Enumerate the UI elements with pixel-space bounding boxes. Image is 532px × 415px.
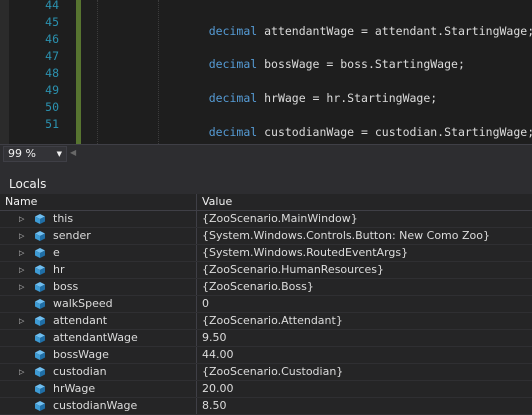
variable-value[interactable]: {System.Windows.Controls.Button: New Com… [202, 228, 490, 244]
line-number: 44 [45, 0, 59, 12]
variable-name: this [53, 212, 74, 225]
code-text: custodianWage = custodian.StartingWage; [257, 125, 532, 139]
code-text: bossWage = boss.StartingWage; [257, 57, 465, 71]
code-line[interactable]: decimal custodianWage = custodian.Starti… [181, 107, 532, 139]
zoom-value: 99 % [8, 147, 36, 160]
code-keyword: decimal [208, 125, 258, 139]
locals-grid: Name Value ▷ this {ZooScenario.MainWindow}… [0, 194, 532, 415]
local-variable-icon [35, 367, 45, 377]
variable-name: custodianWage [53, 399, 138, 412]
variable-value[interactable]: 0 [202, 296, 209, 312]
local-variable-icon [35, 282, 45, 292]
local-variable-icon [35, 333, 45, 343]
chevron-down-icon: ▼ [56, 150, 62, 158]
code-line[interactable]: decimal attendantWage = attendant.Starti… [181, 6, 532, 38]
variable-name: sender [53, 229, 91, 242]
variable-value[interactable]: 44.00 [202, 347, 234, 363]
local-variable-icon [35, 265, 45, 275]
line-number: 45 [45, 15, 59, 29]
expand-arrow-icon[interactable]: ▷ [19, 228, 29, 244]
local-variable-icon [35, 248, 45, 258]
variable-value[interactable]: 20.00 [202, 381, 234, 397]
table-row[interactable]: hrWage 20.00 [0, 381, 532, 398]
variable-name: walkSpeed [53, 297, 113, 310]
expand-arrow-icon[interactable]: ▷ [19, 279, 29, 295]
scroll-left-icon[interactable]: ◀ [70, 148, 76, 157]
code-line[interactable]: decimal hrWage = hr.StartingWage; [181, 73, 437, 105]
code-text: attendantWage = attendant.StartingWage; [257, 24, 532, 38]
variable-name: hrWage [53, 382, 96, 395]
variable-name: boss [53, 280, 79, 293]
panel-title: Locals [9, 177, 47, 191]
code-keyword: decimal [208, 57, 258, 71]
line-number: 46 [45, 32, 59, 46]
code-keyword: decimal [208, 91, 258, 105]
line-number: 51 [45, 117, 59, 131]
variable-name: bossWage [53, 348, 109, 361]
line-number: 50 [45, 100, 59, 114]
variable-value[interactable]: {ZooScenario.Attendant} [202, 313, 343, 329]
column-header-value[interactable]: Value [197, 194, 532, 210]
editor-bottom-bar: 99 % ▼ ◀ [0, 144, 532, 163]
code-text: hrWage = hr.StartingWage; [257, 91, 438, 105]
variable-value[interactable]: 8.50 [202, 398, 227, 414]
variable-value[interactable]: {ZooScenario.Custodian} [202, 364, 343, 380]
indent-guide [97, 0, 98, 144]
table-row[interactable]: ▷ e {System.Windows.RoutedEventArgs} [0, 245, 532, 262]
expand-arrow-icon[interactable]: ▷ [19, 211, 29, 227]
variable-name: custodian [53, 365, 107, 378]
expand-arrow-icon[interactable]: ▷ [19, 262, 29, 278]
variable-value[interactable]: {ZooScenario.HumanResources} [202, 262, 384, 278]
locals-window: Locals Name Value ▷ this {ZooScenario.Main… [0, 163, 532, 415]
indent-guide [158, 0, 159, 144]
line-number-gutter: 44 45 46 47 48 49 50 51 [9, 0, 63, 144]
table-row[interactable]: custodianWage 8.50 [0, 398, 532, 415]
variable-name: attendant [53, 314, 108, 327]
local-variable-icon [35, 316, 45, 326]
variable-name: hr [53, 263, 65, 276]
local-variable-icon [35, 384, 45, 394]
table-row[interactable]: ▷ attendant {ZooScenario.Attendant} [0, 313, 532, 330]
table-row[interactable]: bossWage 44.00 [0, 347, 532, 364]
table-row[interactable]: ▷ sender {System.Windows.Controls.Button: … [0, 228, 532, 245]
variable-value[interactable]: {ZooScenario.Boss} [202, 279, 314, 295]
column-header-name[interactable]: Name [0, 194, 196, 210]
table-row[interactable]: ▷ this {ZooScenario.MainWindow} [0, 211, 532, 228]
local-variable-icon [35, 401, 45, 411]
variable-value[interactable]: {System.Windows.RoutedEventArgs} [202, 245, 408, 261]
local-variable-icon [35, 214, 45, 224]
code-editor[interactable]: 44 45 46 47 48 49 50 51 decimal attendan… [0, 0, 532, 144]
variable-value[interactable]: 9.50 [202, 330, 227, 346]
table-row[interactable]: ▷ hr {ZooScenario.HumanResources} [0, 262, 532, 279]
table-row[interactable]: attendantWage 9.50 [0, 330, 532, 347]
local-variable-icon [35, 231, 45, 241]
line-number: 48 [45, 66, 59, 80]
expand-arrow-icon[interactable]: ▷ [19, 313, 29, 329]
table-row[interactable]: ▷ custodian {ZooScenario.Custodian} [0, 364, 532, 381]
local-variable-icon [35, 350, 45, 360]
line-number: 47 [45, 49, 59, 63]
zoom-dropdown[interactable]: 99 % ▼ [3, 146, 67, 162]
variable-name: attendantWage [53, 331, 138, 344]
indicator-margin[interactable] [0, 0, 9, 144]
table-row[interactable]: walkSpeed 0 [0, 296, 532, 313]
line-number: 49 [45, 83, 59, 97]
code-keyword: decimal [208, 24, 258, 38]
variable-name: e [53, 246, 60, 259]
variable-value[interactable]: {ZooScenario.MainWindow} [202, 211, 358, 227]
code-line[interactable]: decimal bossWage = boss.StartingWage; [181, 39, 465, 71]
change-tracking-bar [76, 0, 81, 144]
table-row[interactable]: ▷ boss {ZooScenario.Boss} [0, 279, 532, 296]
locals-title-bar[interactable]: Locals [0, 173, 532, 195]
grid-header: Name Value [0, 194, 532, 211]
expand-arrow-icon[interactable]: ▷ [19, 364, 29, 380]
local-variable-icon [35, 299, 45, 309]
expand-arrow-icon[interactable]: ▷ [19, 245, 29, 261]
panel-splitter[interactable] [0, 163, 532, 173]
